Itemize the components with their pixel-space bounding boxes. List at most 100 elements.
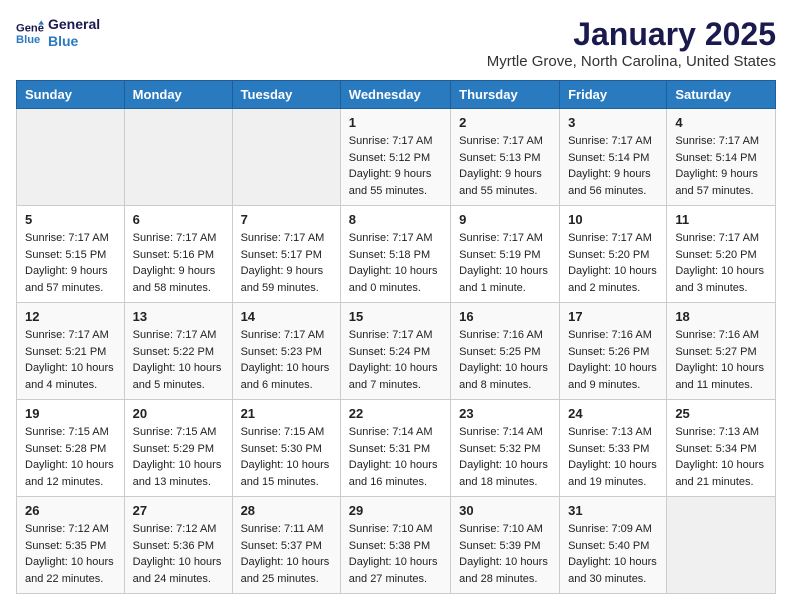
day-info: Sunrise: 7:17 AMSunset: 5:19 PMDaylight:… xyxy=(459,230,551,296)
day-info: Sunrise: 7:10 AMSunset: 5:38 PMDaylight:… xyxy=(349,521,442,587)
logo-line1: General xyxy=(48,16,100,33)
day-number: 31 xyxy=(568,503,658,518)
calendar-subtitle: Myrtle Grove, North Carolina, United Sta… xyxy=(487,53,776,70)
day-number: 29 xyxy=(349,503,442,518)
day-info: Sunrise: 7:17 AMSunset: 5:20 PMDaylight:… xyxy=(568,230,658,296)
calendar-week-1: 1Sunrise: 7:17 AMSunset: 5:12 PMDaylight… xyxy=(17,109,776,206)
day-info: Sunrise: 7:17 AMSunset: 5:16 PMDaylight:… xyxy=(133,230,224,296)
weekday-header-saturday: Saturday xyxy=(667,81,776,109)
day-number: 16 xyxy=(459,309,551,324)
calendar-cell: 4Sunrise: 7:17 AMSunset: 5:14 PMDaylight… xyxy=(667,109,776,206)
calendar-body: 1Sunrise: 7:17 AMSunset: 5:12 PMDaylight… xyxy=(17,109,776,594)
calendar-cell: 8 Sunrise: 7:17 AMSunset: 5:18 PMDaylight… xyxy=(340,206,450,303)
calendar-cell xyxy=(17,109,125,206)
day-number: 1 xyxy=(349,115,442,130)
logo: General Blue General Blue xyxy=(16,16,100,50)
day-number: 18 xyxy=(675,309,767,324)
calendar-cell: 11Sunrise: 7:17 AMSunset: 5:20 PMDayligh… xyxy=(667,206,776,303)
day-info: Sunrise: 7:17 AMSunset: 5:14 PMDaylight:… xyxy=(675,133,767,199)
day-number: 2 xyxy=(459,115,551,130)
calendar-cell xyxy=(667,497,776,594)
day-info: Sunrise: 7:17 AMSunset: 5:22 PMDaylight:… xyxy=(133,327,224,393)
weekday-header-tuesday: Tuesday xyxy=(232,81,340,109)
day-info: Sunrise: 7:17 AMSunset: 5:13 PMDaylight:… xyxy=(459,133,551,199)
calendar-cell: 13 Sunrise: 7:17 AMSunset: 5:22 PMDayligh… xyxy=(124,303,232,400)
calendar-cell: 12 Sunrise: 7:17 AMSunset: 5:21 PMDayligh… xyxy=(17,303,125,400)
day-number: 9 xyxy=(459,212,551,227)
calendar-cell: 27Sunrise: 7:12 AMSunset: 5:36 PMDayligh… xyxy=(124,497,232,594)
day-number: 27 xyxy=(133,503,224,518)
calendar-cell: 23Sunrise: 7:14 AMSunset: 5:32 PMDayligh… xyxy=(451,400,560,497)
weekday-header-monday: Monday xyxy=(124,81,232,109)
day-info: Sunrise: 7:17 AMSunset: 5:17 PMDaylight:… xyxy=(241,230,332,296)
day-number: 20 xyxy=(133,406,224,421)
day-info: Sunrise: 7:15 AMSunset: 5:28 PMDaylight:… xyxy=(25,424,116,490)
calendar-table: SundayMondayTuesdayWednesdayThursdayFrid… xyxy=(16,80,776,594)
weekday-header-row: SundayMondayTuesdayWednesdayThursdayFrid… xyxy=(17,81,776,109)
day-number: 19 xyxy=(25,406,116,421)
day-number: 25 xyxy=(675,406,767,421)
day-number: 17 xyxy=(568,309,658,324)
day-number: 7 xyxy=(241,212,332,227)
day-info: Sunrise: 7:16 AMSunset: 5:26 PMDaylight:… xyxy=(568,327,658,393)
calendar-week-5: 26 Sunrise: 7:12 AMSunset: 5:35 PMDayligh… xyxy=(17,497,776,594)
day-number: 10 xyxy=(568,212,658,227)
day-number: 21 xyxy=(241,406,332,421)
day-info: Sunrise: 7:17 AMSunset: 5:24 PMDaylight:… xyxy=(349,327,442,393)
calendar-cell: 26 Sunrise: 7:12 AMSunset: 5:35 PMDayligh… xyxy=(17,497,125,594)
day-info: Sunrise: 7:15 AMSunset: 5:29 PMDaylight:… xyxy=(133,424,224,490)
day-info: Sunrise: 7:10 AMSunset: 5:39 PMDaylight:… xyxy=(459,521,551,587)
calendar-cell: 20 Sunrise: 7:15 AMSunset: 5:29 PMDayligh… xyxy=(124,400,232,497)
calendar-cell: 5 Sunrise: 7:17 AMSunset: 5:15 PMDaylight… xyxy=(17,206,125,303)
day-number: 24 xyxy=(568,406,658,421)
logo-icon: General Blue xyxy=(16,19,44,47)
day-number: 26 xyxy=(25,503,116,518)
calendar-title: January 2025 xyxy=(487,16,776,53)
calendar-cell: 24 Sunrise: 7:13 AMSunset: 5:33 PMDayligh… xyxy=(560,400,667,497)
weekday-header-sunday: Sunday xyxy=(17,81,125,109)
day-number: 3 xyxy=(568,115,658,130)
day-info: Sunrise: 7:17 AMSunset: 5:18 PMDaylight:… xyxy=(349,230,442,296)
day-number: 23 xyxy=(459,406,551,421)
day-number: 13 xyxy=(133,309,224,324)
calendar-cell: 3Sunrise: 7:17 AMSunset: 5:14 PMDaylight… xyxy=(560,109,667,206)
weekday-header-wednesday: Wednesday xyxy=(340,81,450,109)
day-number: 11 xyxy=(675,212,767,227)
calendar-cell: 1Sunrise: 7:17 AMSunset: 5:12 PMDaylight… xyxy=(340,109,450,206)
calendar-week-4: 19 Sunrise: 7:15 AMSunset: 5:28 PMDayligh… xyxy=(17,400,776,497)
calendar-cell: 7 Sunrise: 7:17 AMSunset: 5:17 PMDaylight… xyxy=(232,206,340,303)
weekday-header-friday: Friday xyxy=(560,81,667,109)
day-number: 8 xyxy=(349,212,442,227)
calendar-cell: 2 Sunrise: 7:17 AMSunset: 5:13 PMDaylight… xyxy=(451,109,560,206)
calendar-cell: 14Sunrise: 7:17 AMSunset: 5:23 PMDayligh… xyxy=(232,303,340,400)
title-block: January 2025 Myrtle Grove, North Carolin… xyxy=(487,16,776,70)
day-info: Sunrise: 7:13 AMSunset: 5:33 PMDaylight:… xyxy=(568,424,658,490)
calendar-cell: 21Sunrise: 7:15 AMSunset: 5:30 PMDayligh… xyxy=(232,400,340,497)
calendar-week-2: 5 Sunrise: 7:17 AMSunset: 5:15 PMDaylight… xyxy=(17,206,776,303)
day-info: Sunrise: 7:17 AMSunset: 5:21 PMDaylight:… xyxy=(25,327,116,393)
day-info: Sunrise: 7:16 AMSunset: 5:25 PMDaylight:… xyxy=(459,327,551,393)
calendar-cell xyxy=(124,109,232,206)
page-header: General Blue General Blue January 2025 M… xyxy=(16,16,776,70)
day-info: Sunrise: 7:13 AMSunset: 5:34 PMDaylight:… xyxy=(675,424,767,490)
day-info: Sunrise: 7:17 AMSunset: 5:15 PMDaylight:… xyxy=(25,230,116,296)
calendar-cell: 22 Sunrise: 7:14 AMSunset: 5:31 PMDayligh… xyxy=(340,400,450,497)
calendar-cell: 18 Sunrise: 7:16 AMSunset: 5:27 PMDayligh… xyxy=(667,303,776,400)
day-info: Sunrise: 7:14 AMSunset: 5:31 PMDaylight:… xyxy=(349,424,442,490)
day-info: Sunrise: 7:09 AMSunset: 5:40 PMDaylight:… xyxy=(568,521,658,587)
day-info: Sunrise: 7:12 AMSunset: 5:35 PMDaylight:… xyxy=(25,521,116,587)
calendar-cell: 28Sunrise: 7:11 AMSunset: 5:37 PMDayligh… xyxy=(232,497,340,594)
day-number: 12 xyxy=(25,309,116,324)
calendar-cell: 10 Sunrise: 7:17 AMSunset: 5:20 PMDayligh… xyxy=(560,206,667,303)
day-number: 5 xyxy=(25,212,116,227)
day-info: Sunrise: 7:16 AMSunset: 5:27 PMDaylight:… xyxy=(675,327,767,393)
calendar-cell: 17 Sunrise: 7:16 AMSunset: 5:26 PMDayligh… xyxy=(560,303,667,400)
day-number: 22 xyxy=(349,406,442,421)
svg-text:Blue: Blue xyxy=(16,34,40,46)
day-number: 15 xyxy=(349,309,442,324)
day-number: 30 xyxy=(459,503,551,518)
calendar-header: SundayMondayTuesdayWednesdayThursdayFrid… xyxy=(17,81,776,109)
day-number: 28 xyxy=(241,503,332,518)
calendar-cell: 29 Sunrise: 7:10 AMSunset: 5:38 PMDayligh… xyxy=(340,497,450,594)
calendar-cell: 31 Sunrise: 7:09 AMSunset: 5:40 PMDayligh… xyxy=(560,497,667,594)
